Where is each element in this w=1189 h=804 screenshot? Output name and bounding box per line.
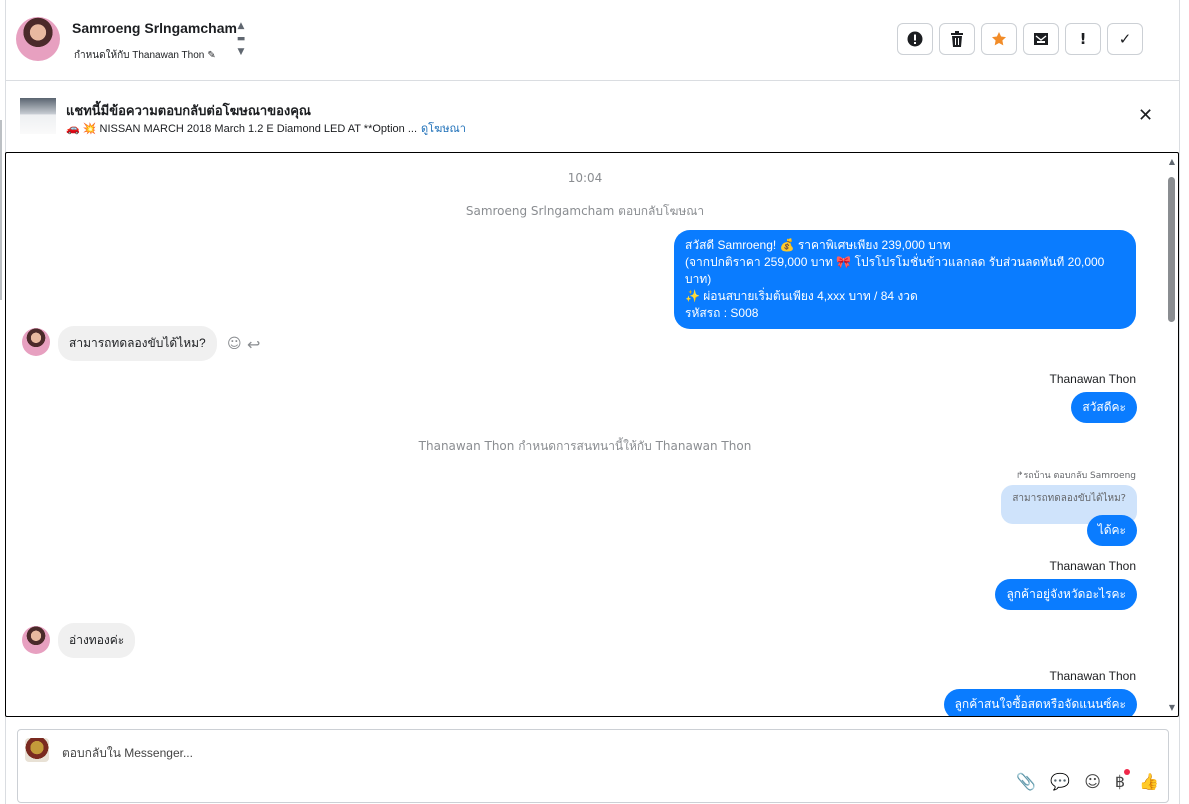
message-line: ✨ ผ่อนสบายเริ่มต้นเพียง 4,xxx บาท / 84 ง…: [685, 289, 918, 303]
message-thread[interactable]: 10:04 Samroeng Srlngamcham ตอบกลับโฆษณา …: [5, 152, 1179, 717]
contact-name[interactable]: Samroeng Srlngamcham: [72, 20, 237, 36]
thumbs-up-icon[interactable]: 👍: [1139, 772, 1159, 791]
timestamp: 10:04: [567, 171, 603, 185]
chevron-up-icon[interactable]: ▲: [235, 20, 247, 33]
assignee-label[interactable]: กำหนดให้กับ Thanawan Thon ✎: [74, 48, 216, 63]
outgoing-message[interactable]: ได้คะ: [1086, 515, 1137, 546]
conversation-header: Samroeng Srlngamcham กำหนดให้กับ Thanawa…: [6, 0, 1179, 81]
message-line: สวัสดี Samroeng! 💰 ราคาพิเศษเพียง 239,00…: [685, 238, 951, 252]
mail-icon: [1034, 33, 1048, 45]
chevron-down-icon[interactable]: ▼: [235, 46, 247, 59]
check-icon: ✓: [1118, 30, 1132, 48]
pencil-icon[interactable]: ✎: [207, 50, 215, 61]
scroll-down-icon[interactable]: ▼: [1169, 703, 1175, 712]
outgoing-message[interactable]: สวัสดี Samroeng! 💰 ราคาพิเศษเพียง 239,00…: [674, 230, 1136, 329]
emoji-react-icon[interactable]: ☺: [227, 336, 242, 352]
sender-name: Thanawan Thon: [1049, 669, 1136, 683]
spam-button[interactable]: !: [1065, 23, 1101, 55]
left-scroll-edge: [0, 120, 2, 300]
star-button[interactable]: [981, 23, 1017, 55]
reply-icon[interactable]: ↩: [247, 335, 260, 354]
assignee-text: กำหนดให้กับ Thanawan Thon: [74, 50, 205, 61]
scroll-thumb[interactable]: [1168, 177, 1175, 322]
outgoing-message[interactable]: ลูกค้าสนใจซื้อสดหรือจัดแนนซ์คะ: [943, 689, 1137, 716]
delete-button[interactable]: [939, 23, 975, 55]
scroll-up-icon[interactable]: ▲: [1169, 157, 1175, 166]
page-avatar: [25, 738, 49, 762]
header-actions: ! ✓: [897, 23, 1143, 55]
composer-tools: 📎 💬 ☺ ฿ 👍: [1016, 769, 1159, 791]
star-icon: [992, 32, 1006, 46]
mark-unread-button[interactable]: [1023, 23, 1059, 55]
panel-divider: [1179, 0, 1180, 804]
ad-banner-subtitle: 🚗 💥 NISSAN MARCH 2018 March 1.2 E Diamon…: [66, 119, 466, 137]
conversation-nav[interactable]: ▲ ▬ ▼: [235, 20, 247, 59]
message-line: รหัสรถ : S008: [685, 306, 759, 320]
incoming-message[interactable]: อ่างทองค่ะ: [58, 623, 136, 658]
outgoing-message[interactable]: ลูกค้าอยู่จังหวัดอะไรคะ: [995, 579, 1137, 610]
outgoing-message[interactable]: สวัสดีคะ: [1071, 392, 1137, 423]
avatar[interactable]: [22, 328, 50, 356]
avatar[interactable]: [16, 17, 60, 61]
system-message: Samroeng Srlngamcham ตอบกลับโฆษณา: [465, 204, 705, 218]
attachment-icon[interactable]: 📎: [1016, 772, 1036, 791]
system-message: Thanawan Thon กำหนดการสนทนานี้ให้กับ Tha…: [418, 439, 752, 453]
ad-name: 🚗 💥 NISSAN MARCH 2018 March 1.2 E Diamon…: [66, 123, 418, 135]
message-line: (จากปกติราคา 259,000 บาท 🎀 โปรโปรโมชั่นข…: [685, 255, 1105, 286]
message-composer[interactable]: ตอบกลับใน Messenger... 📎 💬 ☺ ฿ 👍: [17, 729, 1169, 803]
saved-reply-icon[interactable]: 💬: [1050, 772, 1070, 791]
exclamation-icon: !: [1079, 30, 1087, 48]
ad-thumbnail[interactable]: [20, 98, 56, 134]
notification-dot: [1124, 769, 1131, 775]
alert-button[interactable]: [897, 23, 933, 55]
sender-name: Thanawan Thon: [1049, 559, 1136, 573]
sender-name: Thanawan Thon: [1049, 372, 1136, 386]
composer-input[interactable]: ตอบกลับใน Messenger...: [62, 744, 193, 763]
alert-icon: [907, 31, 923, 47]
trash-icon: [951, 31, 963, 47]
scrollbar[interactable]: ▲ ▼: [1164, 153, 1178, 716]
view-ad-link[interactable]: ดูโฆษณา: [421, 123, 466, 135]
avatar[interactable]: [22, 626, 50, 654]
payment-icon[interactable]: ฿: [1115, 769, 1131, 791]
done-button[interactable]: ✓: [1107, 23, 1143, 55]
close-icon[interactable]: ✕: [1138, 105, 1153, 126]
more-icon: ▬: [236, 34, 246, 44]
emoji-icon[interactable]: ☺: [1084, 772, 1101, 791]
reply-context-label: ↱รถบ้าน ตอบกลับ Samroeng: [1015, 471, 1136, 481]
incoming-message[interactable]: สามารถทดลองขับได้ไหม?: [58, 326, 217, 361]
ad-banner-title: แชทนี้มีข้อความตอบกลับต่อโฆษณาของคุณ: [66, 103, 311, 118]
ad-reply-banner: แชทนี้มีข้อความตอบกลับต่อโฆษณาของคุณ 🚗 💥…: [6, 81, 1179, 151]
